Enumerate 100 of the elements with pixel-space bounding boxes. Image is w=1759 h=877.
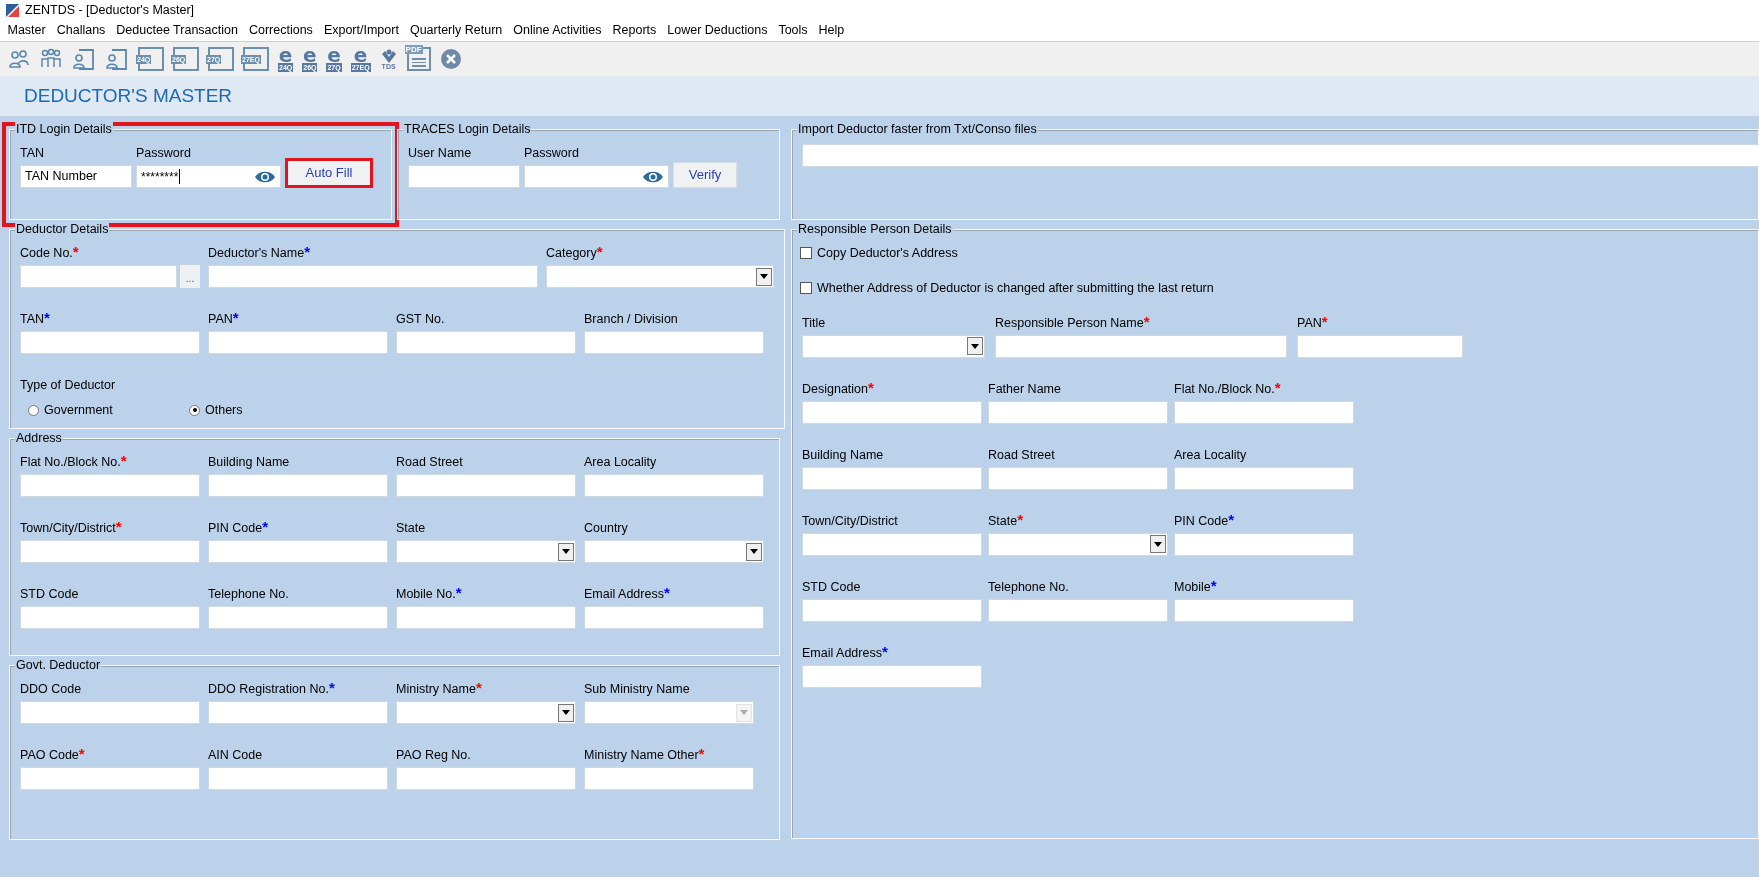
dropdown-field[interactable] [584, 540, 764, 563]
text-field[interactable] [208, 265, 538, 288]
field-label: Sub Ministry Name [584, 681, 690, 698]
action-button[interactable]: Verify [673, 162, 737, 188]
text-field[interactable] [20, 701, 200, 724]
text-field[interactable] [802, 532, 982, 556]
radio-button[interactable] [189, 404, 200, 416]
text-field[interactable] [20, 331, 200, 354]
text-field[interactable] [208, 701, 388, 724]
text-field[interactable] [1174, 400, 1354, 424]
field-label: User Name [408, 145, 472, 162]
menu-item[interactable]: Master [2, 21, 52, 40]
radio-button[interactable] [28, 404, 39, 416]
text-field[interactable] [584, 474, 764, 497]
field-label: Responsible Person Name* [995, 313, 1150, 332]
field-label: Branch / Division [584, 311, 678, 328]
checkbox[interactable] [800, 282, 812, 295]
radio-option[interactable]: Others [189, 400, 350, 420]
app-logo-icon [6, 3, 19, 17]
menu-item[interactable]: Challans [51, 21, 111, 40]
text-field[interactable] [802, 144, 1759, 167]
checkbox-option[interactable]: Copy Deductor's Address [800, 244, 1748, 263]
menu-item[interactable]: Reports [607, 21, 662, 40]
text-field[interactable] [988, 466, 1168, 490]
text-field[interactable] [20, 474, 200, 497]
password-value: ******** [141, 168, 179, 186]
eye-icon[interactable] [642, 169, 664, 184]
text-field[interactable] [208, 540, 388, 563]
text-field[interactable]: TAN Number [20, 165, 132, 188]
field-label: Password [136, 145, 191, 162]
close-icon[interactable] [439, 48, 462, 70]
dropdown-field[interactable] [546, 265, 774, 288]
field-label: GST No. [396, 311, 445, 328]
group-title: Import Deductor faster from Txt/Conso files [797, 121, 1038, 137]
dropdown-field[interactable] [988, 532, 1168, 556]
person-document-icon[interactable] [105, 47, 129, 71]
text-field[interactable] [1297, 334, 1463, 358]
text-field[interactable] [584, 767, 754, 790]
field-label: Email Address* [802, 643, 888, 662]
dropdown-field[interactable] [396, 701, 576, 724]
people-icon[interactable] [8, 48, 30, 70]
menu-item[interactable]: Online Activities [507, 21, 608, 40]
radio-option[interactable]: Government [28, 400, 189, 420]
window-title: ZENTDS - [Deductor's Master] [25, 1, 195, 19]
text-field[interactable] [20, 767, 200, 790]
text-field[interactable] [20, 606, 200, 629]
text-field[interactable] [988, 598, 1168, 622]
text-field[interactable] [995, 334, 1287, 358]
group-label: Type of Deductor [20, 377, 117, 394]
checkbox[interactable] [800, 247, 812, 260]
field-label: PIN Code* [208, 519, 269, 537]
group-title: TRACES Login Details [403, 121, 532, 137]
field-label: PIN Code* [1174, 511, 1235, 530]
menu-item[interactable]: Lower Deductions [661, 21, 773, 40]
text-field[interactable] [396, 331, 576, 354]
text-field[interactable] [208, 767, 388, 790]
field-label: Ministry Name Other* [584, 746, 705, 764]
menu-item[interactable]: Quarterly Return [404, 21, 508, 40]
menu-item[interactable]: Help [813, 21, 850, 40]
dropdown-field[interactable] [396, 540, 576, 563]
text-field[interactable] [802, 400, 982, 424]
field-label: DDO Registration No.* [208, 680, 335, 698]
field-label: Flat No./Block No.* [1174, 379, 1281, 398]
text-field[interactable] [584, 331, 764, 354]
text-field[interactable] [396, 606, 576, 629]
field-label: PAO Reg No. [396, 747, 471, 764]
checkbox-option[interactable]: Whether Address of Deductor is changed after submitting the last return [800, 278, 1748, 298]
password-field[interactable]: ******** [136, 165, 281, 188]
field-label: Flat No./Block No.* [20, 453, 127, 471]
password-field[interactable] [524, 165, 669, 188]
text-field[interactable] [584, 606, 764, 629]
text-field[interactable] [1174, 532, 1354, 556]
text-field[interactable] [208, 606, 388, 629]
text-field[interactable] [802, 466, 982, 490]
text-field[interactable] [802, 664, 982, 688]
dropdown-field[interactable] [802, 334, 985, 358]
menu-item[interactable]: Tools [772, 21, 814, 40]
action-button[interactable]: Auto Fill [285, 158, 373, 188]
text-field[interactable] [988, 400, 1168, 424]
text-field[interactable] [396, 474, 576, 497]
field-label: Deductor's Name* [208, 244, 311, 262]
eye-icon[interactable] [254, 169, 276, 184]
menu-item[interactable]: Corrections [243, 21, 319, 40]
text-field[interactable] [20, 265, 177, 288]
text-field[interactable] [802, 598, 982, 622]
field-label: PAN* [1297, 313, 1328, 332]
text-field[interactable] [1174, 466, 1354, 490]
text-field[interactable] [396, 767, 576, 790]
menu-item[interactable]: Export/Import [318, 21, 405, 40]
field-label: Mobile* [1174, 577, 1217, 596]
text-field[interactable] [20, 540, 200, 563]
text-field[interactable] [208, 331, 388, 354]
text-field[interactable] [1174, 598, 1354, 622]
field-label: Email Address* [584, 585, 670, 603]
text-field[interactable] [408, 165, 520, 188]
menu-item[interactable]: Deductee Transaction [110, 21, 244, 40]
text-field[interactable] [208, 474, 388, 497]
field-label: Country [584, 520, 628, 537]
person-document-icon[interactable] [72, 47, 96, 71]
browse-button[interactable]: ... [180, 265, 200, 288]
